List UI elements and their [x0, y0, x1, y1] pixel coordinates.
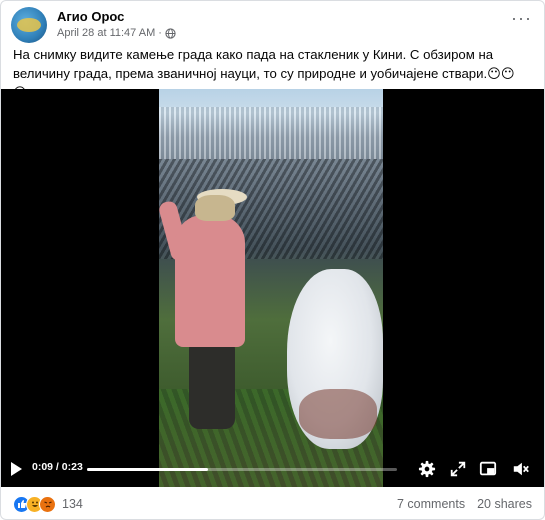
person-legs — [189, 339, 235, 429]
avatar-logo-icon — [17, 18, 41, 32]
video-player[interactable]: 0:09 / 0:23 — [1, 89, 544, 487]
globe-public-icon — [165, 27, 176, 39]
video-frame[interactable] — [159, 89, 383, 487]
duration: 0:23 — [61, 461, 83, 473]
picture-in-picture-icon[interactable] — [479, 460, 497, 478]
video-controls: 0:09 / 0:23 — [1, 449, 544, 487]
person-figure — [175, 215, 245, 347]
settings-gear-icon[interactable] — [418, 460, 436, 478]
meta-dot: · — [158, 27, 162, 39]
video-time: 0:09 / 0:23 — [32, 461, 83, 473]
reaction-count: 134 — [62, 497, 83, 511]
shares-count-link[interactable]: 20 shares — [477, 497, 532, 511]
facebook-post-card: Агио Орос April 28 at 11:47 AM · ··· На … — [0, 0, 545, 520]
time-separator: / — [53, 461, 62, 473]
play-icon[interactable] — [11, 462, 22, 476]
page-name-link[interactable]: Агио Орос — [57, 9, 124, 24]
post-meta: April 28 at 11:47 AM · — [57, 27, 176, 39]
reactions-summary[interactable]: 134 — [13, 495, 83, 513]
person-head — [195, 195, 235, 221]
post-timestamp[interactable]: April 28 at 11:47 AM — [57, 27, 155, 39]
current-time: 0:09 — [32, 461, 54, 473]
post-header: Агио Орос April 28 at 11:47 AM · ··· — [11, 7, 534, 43]
comments-count-link[interactable]: 7 comments — [397, 497, 465, 511]
mute-speaker-icon[interactable] — [512, 460, 530, 478]
more-options-icon[interactable]: ··· — [511, 9, 532, 27]
progress-bar[interactable] — [87, 468, 397, 471]
fullscreen-expand-icon[interactable] — [449, 460, 467, 478]
greenhouse-net — [159, 107, 383, 159]
post-footer: 134 7 comments 20 shares — [13, 491, 532, 517]
angry-reaction-icon — [39, 495, 56, 513]
page-avatar[interactable] — [11, 7, 47, 43]
hailstone-soil — [299, 389, 377, 439]
progress-fill — [87, 468, 208, 471]
